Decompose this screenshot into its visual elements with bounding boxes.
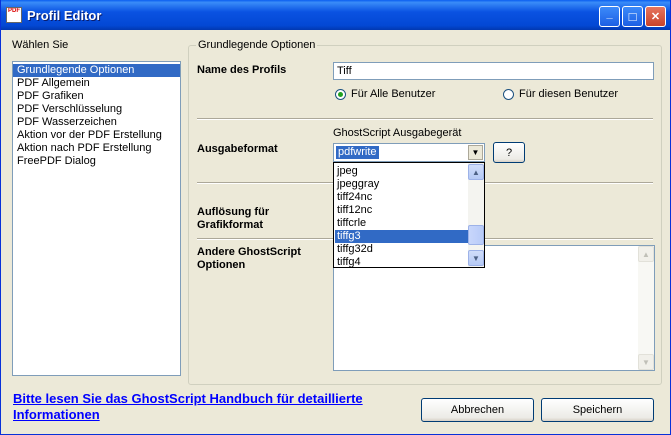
maximize-button[interactable]: □ (622, 6, 643, 27)
tree-item-grundlegende-optionen[interactable]: Grundlegende Optionen (13, 64, 180, 77)
save-button[interactable]: Speichern (541, 398, 654, 422)
scroll-thumb[interactable] (468, 225, 484, 245)
dropdown-scrollbar[interactable]: ▲ ▼ (468, 163, 484, 267)
dropdown-option[interactable]: jpeggray (335, 178, 471, 191)
cancel-button[interactable]: Abbrechen (421, 398, 534, 422)
scroll-up-icon[interactable]: ▲ (638, 246, 654, 262)
close-button[interactable]: ✕ (645, 6, 666, 27)
tree-item-freepdf-dialog[interactable]: FreePDF Dialog (13, 155, 180, 168)
resolution-label: Auflösung für Grafikformat (197, 206, 270, 231)
window-title: Profil Editor (27, 8, 102, 23)
dropdown-option[interactable]: tiff24nc (335, 191, 471, 204)
dropdown-option[interactable]: tiffg32d (335, 243, 471, 256)
other-options-label: Andere GhostScript Optionen (197, 246, 301, 271)
options-tree[interactable]: Grundlegende Optionen PDF Allgemein PDF … (12, 61, 181, 376)
radio-all-users-label: Für Alle Benutzer (351, 88, 436, 100)
radio-this-user[interactable]: Für diesen Benutzer (503, 88, 618, 100)
tree-item-pdf-verschluesselung[interactable]: PDF Verschlüsselung (13, 103, 180, 116)
radio-all-users-circle[interactable] (335, 88, 346, 100)
device-help-button[interactable]: ? (493, 142, 525, 163)
dropdown-option[interactable]: tiffg4 (335, 256, 471, 269)
dropdown-option[interactable]: tiff12nc (335, 204, 471, 217)
separator (197, 118, 653, 120)
radio-this-user-circle[interactable] (503, 88, 514, 100)
scroll-down-icon[interactable]: ▼ (468, 250, 484, 266)
dropdown-arrow-icon[interactable]: ▼ (468, 145, 483, 160)
tree-item-pdf-grafiken[interactable]: PDF Grafiken (13, 90, 180, 103)
app-icon: PDF (6, 7, 22, 23)
profile-name-label: Name des Profils (197, 64, 287, 76)
radio-all-users[interactable]: Für Alle Benutzer (335, 88, 435, 100)
dropdown-option[interactable]: tiffcrle (335, 217, 471, 230)
textarea-scrollbar[interactable]: ▲ ▼ (638, 246, 654, 370)
tree-item-aktion-nach[interactable]: Aktion nach PDF Erstellung (13, 142, 180, 155)
profile-name-input[interactable]: Tiff (333, 62, 654, 80)
dropdown-option-selected[interactable]: tiffg3 (335, 230, 471, 243)
device-combobox[interactable]: pdfwrite ▼ (333, 143, 485, 162)
dropdown-option[interactable]: jpeg (335, 165, 471, 178)
tree-item-pdf-allgemein[interactable]: PDF Allgemein (13, 77, 180, 90)
tree-item-aktion-vor[interactable]: Aktion vor der PDF Erstellung (13, 129, 180, 142)
scroll-down-icon[interactable]: ▼ (638, 354, 654, 370)
ghostscript-handbook-link[interactable]: Bitte lesen Sie das GhostScript Handbuch… (13, 391, 413, 423)
radio-this-user-label: Für diesen Benutzer (519, 88, 619, 100)
scroll-up-icon[interactable]: ▲ (468, 164, 484, 180)
minimize-button[interactable]: _ (599, 6, 620, 27)
title-bar[interactable]: PDF Profil Editor _ □ ✕ (1, 0, 670, 30)
tree-item-pdf-wasserzeichen[interactable]: PDF Wasserzeichen (13, 116, 180, 129)
group-caption: Grundlegende Optionen (196, 39, 318, 51)
close-icon: ✕ (650, 11, 661, 23)
profil-editor-window: PDF Profil Editor _ □ ✕ Wählen Sie Grund… (0, 0, 671, 435)
minimize-icon: _ (606, 7, 613, 20)
maximize-icon: □ (628, 9, 637, 24)
device-value: pdfwrite (336, 146, 379, 159)
device-caption: GhostScript Ausgabegerät (333, 127, 462, 139)
sidebar-caption: Wählen Sie (12, 39, 69, 51)
device-dropdown-list[interactable]: jpeg jpeggray tiff24nc tiff12nc tiffcrle… (333, 162, 485, 268)
output-format-label: Ausgabeformat (197, 143, 278, 155)
